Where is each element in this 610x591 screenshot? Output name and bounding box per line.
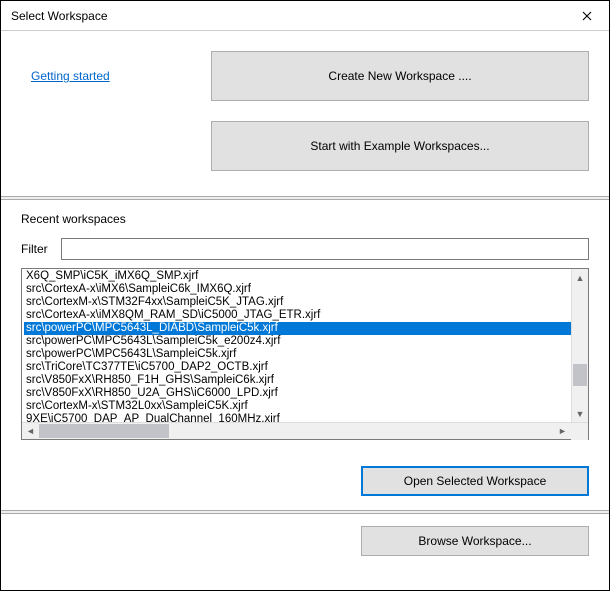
list-item[interactable]: src\V850FxX\RH850_U2A_GHS\iC6000_LPD.xjr… (24, 387, 571, 400)
list-item[interactable]: src\V850FxX\RH850_F1H_GHS\SampleiC6k.xjr… (24, 374, 571, 387)
top-section: Getting started Create New Workspace ...… (1, 31, 609, 196)
scroll-down-icon[interactable]: ▼ (572, 405, 588, 422)
create-new-workspace-button[interactable]: Create New Workspace .... (211, 51, 589, 101)
hscroll-track[interactable] (39, 423, 554, 439)
list-item[interactable]: src\CortexA-x\iMX8QM_RAM_SD\iC5000_JTAG_… (24, 309, 571, 322)
list-item[interactable]: X6Q_SMP\iC5K_iMX6Q_SMP.xjrf (24, 270, 571, 283)
titlebar: Select Workspace (1, 1, 609, 31)
list-item[interactable]: src\powerPC\MPC5643L\SampleiC5k_e200z4.x… (24, 335, 571, 348)
list-item[interactable]: src\CortexM-x\STM32L0xx\SampleiC5K.xjrf (24, 400, 571, 413)
list-item[interactable]: src\TriCore\TC377TE\iC5700_DAP2_OCTB.xjr… (24, 361, 571, 374)
horizontal-scrollbar[interactable]: ◄ ► (22, 422, 588, 439)
filter-label: Filter (21, 242, 51, 256)
window-title: Select Workspace (11, 9, 108, 23)
list-item[interactable]: src\CortexM-x\STM32F4xx\SampleiC5K_JTAG.… (24, 296, 571, 309)
recent-section: Recent workspaces Filter X6Q_SMP\iC5K_iM… (1, 200, 609, 454)
list-item[interactable]: src\powerPC\MPC5643L_DIABD\SampleiC5k.xj… (24, 322, 571, 335)
scroll-right-icon[interactable]: ► (554, 423, 571, 440)
getting-started-cell: Getting started (21, 51, 191, 101)
recent-listbox[interactable]: X6Q_SMP\iC5K_iMX6Q_SMP.xjrfsrc\CortexA-x… (21, 268, 589, 440)
list-item[interactable]: src\powerPC\MPC5643L\SampleiC5k.xjrf (24, 348, 571, 361)
recent-heading: Recent workspaces (21, 212, 589, 226)
close-button[interactable] (564, 1, 609, 31)
scroll-up-icon[interactable]: ▲ (572, 269, 588, 286)
hscroll-thumb[interactable] (39, 424, 169, 438)
list-item[interactable]: 9XE\iC5700_DAP_AP_DualChannel_160MHz.xjr… (24, 413, 571, 422)
scroll-track[interactable] (572, 286, 588, 405)
scroll-left-icon[interactable]: ◄ (22, 423, 39, 440)
open-selected-workspace-button[interactable]: Open Selected Workspace (361, 466, 589, 496)
browse-workspace-button[interactable]: Browse Workspace... (361, 526, 589, 556)
scroll-thumb[interactable] (573, 364, 587, 386)
close-icon (582, 11, 592, 21)
filter-input[interactable] (61, 238, 589, 260)
vertical-scrollbar[interactable]: ▲ ▼ (571, 269, 588, 422)
start-example-workspaces-button[interactable]: Start with Example Workspaces... (211, 121, 589, 171)
list-item[interactable]: src\CortexA-x\iMX6\SampleiC6k_IMX6Q.xjrf (24, 283, 571, 296)
getting-started-link[interactable]: Getting started (31, 69, 110, 83)
